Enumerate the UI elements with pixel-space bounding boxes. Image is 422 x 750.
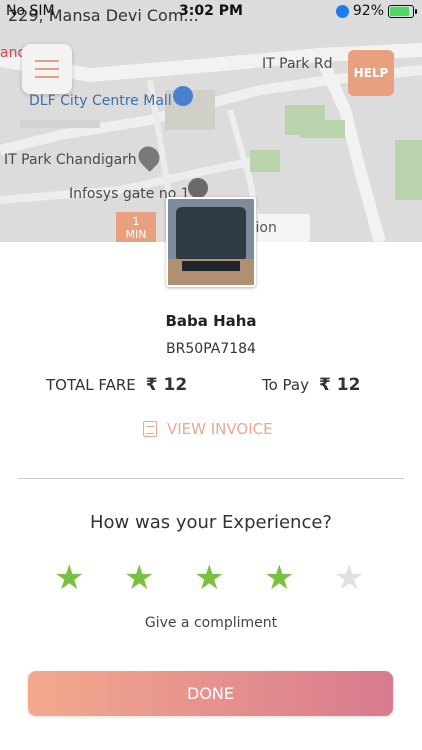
- vehicle-plate: BR50PA7184: [166, 341, 256, 357]
- map-pin-icon: [188, 178, 208, 198]
- driver-name: Baba Haha: [165, 312, 257, 330]
- menu-button[interactable]: [22, 44, 72, 94]
- view-invoice-link[interactable]: VIEW INVOICE: [143, 420, 273, 438]
- give-compliment-link[interactable]: Give a compliment: [0, 615, 422, 631]
- status-right: 92%: [335, 3, 417, 19]
- map-label-mall: DLF City Centre Mall: [29, 93, 172, 109]
- done-button[interactable]: DONE: [28, 671, 393, 716]
- map-label-road: IT Park Rd: [262, 56, 333, 72]
- to-pay: To Pay ₹ 12: [262, 375, 360, 395]
- star-4-icon[interactable]: ★: [264, 558, 294, 598]
- eta-unit: MIN: [125, 228, 147, 241]
- star-rating[interactable]: ★ ★ ★ ★ ★: [54, 558, 374, 598]
- star-1-icon[interactable]: ★: [54, 558, 84, 598]
- eta-badge: 1 MIN: [116, 212, 156, 242]
- to-pay-label: To Pay: [262, 376, 309, 394]
- battery-percent: 92%: [352, 3, 384, 19]
- hamburger-icon: [35, 60, 59, 62]
- eta-value: 1: [132, 215, 140, 228]
- invoice-icon: [143, 421, 157, 437]
- driver-photo: [166, 197, 256, 287]
- view-invoice-label: VIEW INVOICE: [167, 420, 273, 438]
- total-fare-label: TOTAL FARE: [46, 376, 136, 394]
- status-bar: No SIM 3:02 PM 92%: [0, 0, 422, 22]
- star-2-icon[interactable]: ★: [124, 558, 154, 598]
- star-5-icon[interactable]: ★: [334, 558, 364, 598]
- location-icon: [335, 4, 349, 18]
- shopping-bag-icon: [173, 86, 193, 106]
- help-button[interactable]: HELP: [348, 50, 394, 96]
- battery-icon: [388, 4, 417, 18]
- rating-question: How was your Experience?: [90, 512, 332, 533]
- driver-photo-image: [168, 199, 254, 285]
- map-label-park: IT Park Chandigarh: [4, 152, 137, 168]
- total-fare: TOTAL FARE ₹ 12: [46, 375, 187, 395]
- total-fare-value: ₹ 12: [145, 375, 188, 395]
- star-3-icon[interactable]: ★: [194, 558, 224, 598]
- to-pay-value: ₹ 12: [319, 375, 361, 395]
- divider: [18, 478, 404, 479]
